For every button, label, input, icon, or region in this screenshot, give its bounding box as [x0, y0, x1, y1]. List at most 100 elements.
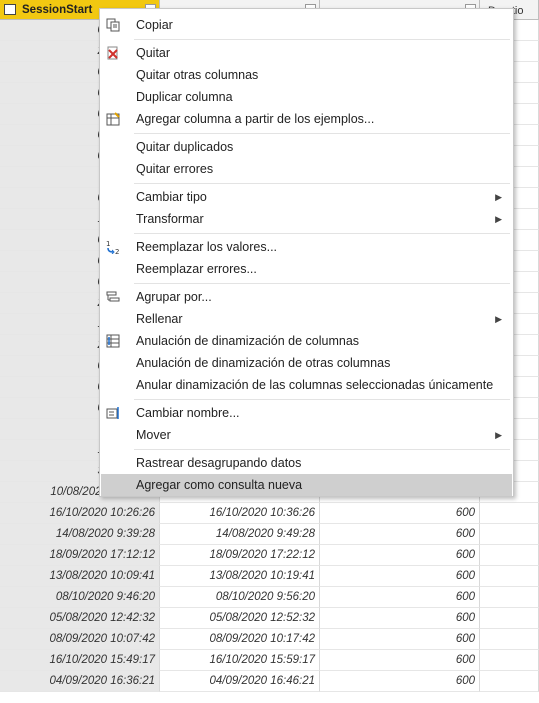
menu-item-label: Quitar	[136, 46, 171, 60]
table-cell[interactable]: 16/10/2020 15:59:17	[160, 650, 320, 671]
datetime-type-icon[interactable]	[4, 4, 16, 15]
table-cell[interactable]: 08/10/2020 9:56:20	[160, 587, 320, 608]
menu-item-label: Duplicar columna	[136, 90, 233, 104]
menu-separator	[134, 39, 510, 40]
table-row[interactable]: 08/09/2020 10:07:42 08/09/2020 10:17:42 60…	[0, 629, 539, 650]
table-cell[interactable]: 14/08/2020 9:39:28	[0, 524, 160, 545]
submenu-arrow-icon: ▶	[495, 192, 502, 202]
menu-item-group-by[interactable]: Agrupar por...	[101, 286, 512, 308]
table-row[interactable]: 18/09/2020 17:12:12 18/09/2020 17:22:12 60…	[0, 545, 539, 566]
svg-text:1: 1	[106, 240, 110, 248]
menu-item-label: Mover	[136, 428, 171, 442]
menu-item-label: Rastrear desagrupando datos	[136, 456, 302, 470]
table-cell[interactable]: 16/10/2020 10:36:26	[160, 503, 320, 524]
rename-icon	[106, 407, 119, 419]
table-cell[interactable]: 600	[320, 566, 480, 587]
menu-item-label: Anulación de dinamización de columnas	[136, 334, 360, 348]
menu-item-unpivot[interactable]: Anulación de dinamización de columnas	[101, 330, 512, 352]
menu-separator	[134, 133, 510, 134]
column-header-label: SessionStart	[22, 4, 93, 16]
menu-item-unpivot-other[interactable]: Anulación de dinamización de otras colum…	[101, 352, 512, 374]
remove-column-icon	[107, 46, 118, 60]
column-context-menu: Copiar Quitar Quitar otras columnas Dupl…	[99, 8, 514, 497]
table-cell[interactable]: 05/08/2020 12:52:32	[160, 608, 320, 629]
menu-item-label: Agregar como consulta nueva	[136, 478, 303, 492]
table-cell[interactable]	[480, 587, 539, 608]
menu-item-remove[interactable]: Quitar	[101, 42, 512, 64]
table-cell[interactable]: 08/09/2020 10:07:42	[0, 629, 160, 650]
menu-item-label: Quitar otras columnas	[136, 68, 259, 82]
menu-item-remove-duplicates[interactable]: Quitar duplicados	[101, 136, 512, 158]
menu-item-label: Anular dinamización de las columnas sele…	[136, 378, 494, 392]
table-cell[interactable]	[480, 608, 539, 629]
table-cell[interactable]: 600	[320, 545, 480, 566]
table-cell[interactable]: 600	[320, 629, 480, 650]
menu-item-copy[interactable]: Copiar	[101, 14, 512, 36]
table-cell[interactable]	[480, 650, 539, 671]
menu-item-replace-errors[interactable]: Reemplazar errores...	[101, 258, 512, 280]
menu-separator	[134, 449, 510, 450]
replace-values-icon: 12	[106, 240, 119, 254]
group-by-icon	[106, 291, 120, 302]
copy-icon	[106, 18, 120, 32]
table-row[interactable]: 14/08/2020 9:39:28 14/08/2020 9:49:28 600	[0, 524, 539, 545]
table-row[interactable]: 16/10/2020 15:49:17 16/10/2020 15:59:17 60…	[0, 650, 539, 671]
table-cell[interactable]: 600	[320, 671, 480, 692]
menu-item-fill[interactable]: Rellenar ▶	[101, 308, 512, 330]
menu-separator	[134, 283, 510, 284]
table-cell[interactable]: 14/08/2020 9:49:28	[160, 524, 320, 545]
table-cell[interactable]: 04/09/2020 16:36:21	[0, 671, 160, 692]
menu-item-duplicate[interactable]: Duplicar columna	[101, 86, 512, 108]
table-cell[interactable]: 600	[320, 650, 480, 671]
menu-separator	[134, 399, 510, 400]
table-cell[interactable]: 600	[320, 503, 480, 524]
menu-item-label: Rellenar	[136, 312, 183, 326]
menu-item-rename[interactable]: Cambiar nombre...	[101, 402, 512, 424]
table-cell[interactable]	[480, 503, 539, 524]
table-cell[interactable]: 08/10/2020 9:46:20	[0, 587, 160, 608]
submenu-arrow-icon: ▶	[495, 214, 502, 224]
table-cell[interactable]: 13/08/2020 10:09:41	[0, 566, 160, 587]
table-row[interactable]: 05/08/2020 12:42:32 05/08/2020 12:52:32 60…	[0, 608, 539, 629]
menu-item-add-from-examples[interactable]: Agregar columna a partir de los ejemplos…	[101, 108, 512, 130]
svg-text:2: 2	[115, 248, 119, 254]
menu-item-drill-down[interactable]: Rastrear desagrupando datos	[101, 452, 512, 474]
table-cell[interactable]	[480, 566, 539, 587]
menu-item-replace-values[interactable]: 12 Reemplazar los valores...	[101, 236, 512, 258]
menu-item-change-type[interactable]: Cambiar tipo ▶	[101, 186, 512, 208]
table-cell[interactable]: 600	[320, 524, 480, 545]
menu-item-label: Reemplazar los valores...	[136, 240, 278, 254]
table-row[interactable]: 16/10/2020 10:26:26 16/10/2020 10:36:26 60…	[0, 503, 539, 524]
table-row[interactable]: 08/10/2020 9:46:20 08/10/2020 9:56:20 600	[0, 587, 539, 608]
table-cell[interactable]: 08/09/2020 10:17:42	[160, 629, 320, 650]
menu-item-move[interactable]: Mover ▶	[101, 424, 512, 446]
table-cell[interactable]	[480, 545, 539, 566]
menu-item-label: Copiar	[136, 18, 173, 32]
table-cell[interactable]: 16/10/2020 15:49:17	[0, 650, 160, 671]
table-row[interactable]: 04/09/2020 16:36:21 04/09/2020 16:46:21 60…	[0, 671, 539, 692]
menu-item-unpivot-selected[interactable]: Anular dinamización de las columnas sele…	[101, 374, 512, 396]
table-cell[interactable]: 05/08/2020 12:42:32	[0, 608, 160, 629]
submenu-arrow-icon: ▶	[495, 430, 502, 440]
menu-item-label: Transformar	[136, 212, 204, 226]
table-cell[interactable]: 04/09/2020 16:46:21	[160, 671, 320, 692]
table-cell[interactable]: 600	[320, 587, 480, 608]
table-cell[interactable]	[480, 629, 539, 650]
menu-item-remove-errors[interactable]: Quitar errores	[101, 158, 512, 180]
menu-separator	[134, 183, 510, 184]
table-cell[interactable]: 18/09/2020 17:12:12	[0, 545, 160, 566]
menu-item-remove-other[interactable]: Quitar otras columnas	[101, 64, 512, 86]
table-cell[interactable]: 16/10/2020 10:26:26	[0, 503, 160, 524]
menu-item-label: Agrupar por...	[136, 290, 212, 304]
table-cell[interactable]	[480, 524, 539, 545]
table-row[interactable]: 13/08/2020 10:09:41 13/08/2020 10:19:41 60…	[0, 566, 539, 587]
table-cell[interactable]: 600	[320, 608, 480, 629]
menu-item-label: Reemplazar errores...	[136, 262, 257, 276]
menu-item-label: Quitar errores	[136, 162, 214, 176]
table-cell[interactable]: 13/08/2020 10:19:41	[160, 566, 320, 587]
table-cell[interactable]: 18/09/2020 17:22:12	[160, 545, 320, 566]
menu-item-transform[interactable]: Transformar ▶	[101, 208, 512, 230]
menu-item-add-as-new-query[interactable]: Agregar como consulta nueva	[101, 474, 512, 496]
menu-item-label: Cambiar tipo	[136, 190, 207, 204]
table-cell[interactable]	[480, 671, 539, 692]
